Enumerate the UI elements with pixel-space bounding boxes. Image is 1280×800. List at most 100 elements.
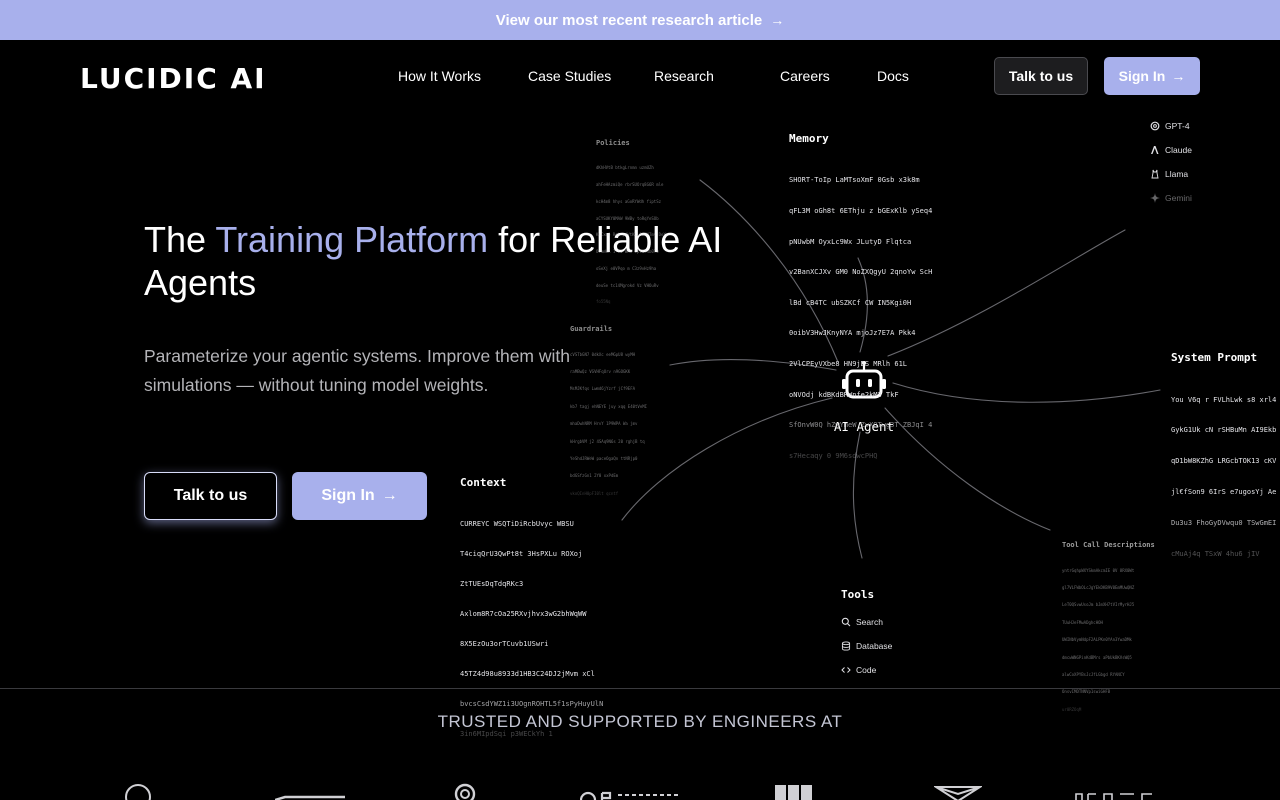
nav-link-case-studies[interactable]: Case Studies [528, 68, 654, 84]
memory-line: v2BanXCJXv GM0 NoZXQgyU 2qnoYw ScH [789, 268, 933, 277]
policies-line: deuSe tc14Mgrokd Vz VHOuRv [596, 282, 659, 288]
guardrails-line: mhaDwhNRM HrvY 1P9WPA Wa jmv [570, 421, 638, 427]
tool-call-line: gl7VLFWbOLcJgYEkDKB9V0EmMUwQNZ [1062, 584, 1135, 590]
anthropic-icon [1151, 146, 1159, 154]
arrow-right-icon: → [770, 12, 785, 28]
partner-logo-4 [580, 791, 680, 800]
site-logo[interactable]: LUCIDIC AI [80, 62, 267, 95]
hero-title-pre: The [144, 219, 216, 260]
partner-logo-3 [454, 783, 476, 800]
arrow-right-icon: → [381, 487, 398, 504]
context-line: bvcsCsdYWZ1i3UOgnROHTL5f1sPyHuyUlN [460, 700, 604, 708]
partner-logo-6 [934, 786, 982, 800]
nav-link-careers[interactable]: Careers [780, 68, 877, 84]
policies-line: oSeXj e0VPqo m C3z9vHz9ha [596, 265, 657, 271]
model-name: Gemini [1165, 193, 1192, 203]
nav-link-research[interactable]: Research [654, 68, 780, 84]
tool-item-code: Code [841, 665, 876, 675]
policies-line: dKhHVtB btkgLrnmn uzmUZh [596, 165, 654, 171]
tool-name: Database [856, 641, 893, 651]
tool-call-line: alwCoXPYBsJcJfLGbgd RYANCY [1062, 671, 1125, 677]
database-icon [841, 641, 851, 651]
policies-line: OcmmWA 1 f1 WK8 bptKf4b0T0 [596, 249, 659, 255]
partner-logo-1 [125, 784, 151, 800]
policies-content: dKhHVtB btkgLrnmn uzmUZh ahFeHAzmiQe rbr… [596, 154, 696, 311]
system-prompt-line: You V6q r FVLhLwk s8 xrl4 [1171, 395, 1277, 404]
top-navigation: LUCIDIC AI How It Works Case Studies Res… [0, 40, 1280, 112]
system-prompt-content: You V6q r FVLhLwk s8 xrl4 GykG1Uk cN rSH… [1171, 374, 1280, 570]
context-line: 8X5EzOu3orTCuvb1USwri [460, 640, 549, 648]
nav-links: How It Works Case Studies Research Caree… [398, 68, 909, 84]
gemini-icon [1150, 193, 1160, 203]
tool-call-line: UWINbVymNdpF2ALPKn0YAn3YwaDMk [1062, 637, 1132, 643]
announcement-banner[interactable]: View our most recent research article → [0, 0, 1280, 40]
system-prompt-line: jl€fSon9 6IrS e7ugosYj Ae [1171, 488, 1277, 497]
system-prompt-line: Du3u3 FhoGyDVwqu0 TSwGmEI [1171, 519, 1277, 528]
system-prompt-line: GykG1Uk cN rSHBuMn AI9Ekb [1171, 426, 1277, 435]
trusted-by-heading: TRUSTED AND SUPPORTED BY ENGINEERS AT [437, 712, 843, 731]
system-prompt-title: System Prompt [1171, 351, 1258, 364]
tool-item-database: Database [841, 641, 892, 651]
model-item-gemini: Gemini [1150, 193, 1192, 203]
policies-title: Policies [596, 139, 630, 147]
model-item-gpt4: GPT-4 [1150, 121, 1190, 131]
guardrails-title: Guardrails [570, 325, 613, 333]
tool-call-line: yntrGqhpWXYSkmAkcmIE 0V 8RX0Wt [1062, 567, 1135, 573]
nav-talk-to-us-button[interactable]: Talk to us [994, 57, 1088, 95]
partner-logos-row [0, 775, 1280, 800]
context-line: CURREYC WSQTiDiRcbUvyc WBSU [460, 520, 574, 528]
nav-talk-label: Talk to us [1008, 68, 1074, 84]
tool-call-descriptions-content: yntrGqhpWXYSkmAkcmIE 0V 8RX0Wt gl7VLFWbO… [1062, 556, 1160, 718]
partner-logo-7 [1075, 793, 1152, 800]
memory-line: SfOnvW0Q hZwYmeW ZvXQTwg3T ZBJqI 4 [789, 421, 933, 430]
memory-content: SHORT-ToIp LaMTsoXmF 0Gsb x3k8m qFL3M oG… [789, 155, 949, 471]
model-name: GPT-4 [1165, 121, 1190, 131]
tool-name: Code [856, 665, 877, 675]
guardrails-line: MsMJKfqs Lwmd6jYzrf jCf9EFA [570, 386, 636, 392]
tool-item-search: Search [841, 617, 883, 627]
hero-talk-to-us-button[interactable]: Talk to us [144, 472, 277, 520]
context-title: Context [460, 476, 507, 489]
openai-icon [1150, 121, 1160, 131]
tool-call-line: OnsvIMDTNNVp1swiGHFB [1062, 689, 1111, 695]
context-line: Axlom8R7cOa25RXvjhvx3wG2bhWqWW [460, 610, 587, 618]
banner-text: View our most recent research article [495, 11, 763, 29]
model-name: Claude [1165, 145, 1192, 155]
guardrails-line: kHrgbVM j2 4SAq9N6s 20 rghjB tq [570, 438, 645, 444]
nav-sign-in-button[interactable]: Sign In → [1104, 57, 1200, 95]
guardrails-line: bdGSfzGn1 2Y0 xxPdEm [570, 473, 619, 479]
tool-call-line: dmcwWNGPinKdBMrs aPbUkBKVsWQ5 [1062, 654, 1132, 660]
nav-link-how-it-works[interactable]: How It Works [398, 68, 528, 84]
guardrails-line: YeShdJRWeW paceOgaQn ttNRjp0 [570, 455, 638, 461]
context-line: 45TZ4d98u8933d1HB3C24DJ2jMvm xCl [460, 670, 595, 678]
memory-line: 2VlCPEyVXbe8 HN9jDS MRlh 61L [789, 360, 908, 369]
policies-line: ahFeHAzmiQe rbrSUOrq8G6R mle [596, 181, 664, 187]
llama-icon [1151, 169, 1159, 179]
hero-title-highlight: Training Platform [215, 219, 489, 260]
model-name: Llama [1165, 169, 1189, 179]
hero-sign-in-label: Sign In [321, 487, 375, 504]
system-prompt-line: qD1bW8KZhG LRGcbTOK13 cKV [1171, 457, 1277, 466]
memory-line: 0oibV3HwJKnyNYA mjoJz7E7A Pkk4 [789, 329, 916, 338]
nav-sign-in-label: Sign In [1118, 68, 1166, 84]
guardrails-line: kb7 tagj ehNEYE juy xqq E40tVeMI [570, 403, 648, 409]
partner-logo-2 [275, 795, 345, 800]
nav-link-docs[interactable]: Docs [877, 68, 909, 84]
context-line: ZtTUEsDqTdqRKc3 [460, 580, 524, 588]
tool-call-line: TUuHJeFMwADghcHOH [1062, 619, 1103, 625]
search-icon [841, 617, 851, 627]
code-icon [841, 667, 851, 673]
tool-call-descriptions-title: Tool Call Descriptions [1062, 541, 1155, 549]
memory-line: lBd cB4TC ubSZKCf CW IN5Kgi0H [789, 298, 912, 307]
policies-line: fo55Nq [596, 299, 611, 305]
guardrails-line: cVSTbGN7 0dkXc eeMGpU8 wyMH [570, 351, 636, 357]
tool-name: Search [856, 617, 883, 627]
arrow-right-icon: → [1171, 68, 1186, 84]
hero-sign-in-button[interactable]: Sign In → [292, 472, 427, 520]
guardrails-content: cVSTbGN7 0dkXc eeMGpU8 wyMH raMBwQz VGVH… [570, 340, 670, 502]
memory-line: oNVOdj kdBKdBRWnfe2kM3 TkF [789, 390, 899, 399]
hero-talk-label: Talk to us [173, 487, 248, 504]
memory-line: pNUwbM OyxLc9Wx JLutyD Flqtca [789, 237, 912, 246]
model-item-llama: Llama [1150, 169, 1188, 179]
system-prompt-line: cMuAj4q TSxW 4hu6 jIV [1171, 550, 1260, 559]
